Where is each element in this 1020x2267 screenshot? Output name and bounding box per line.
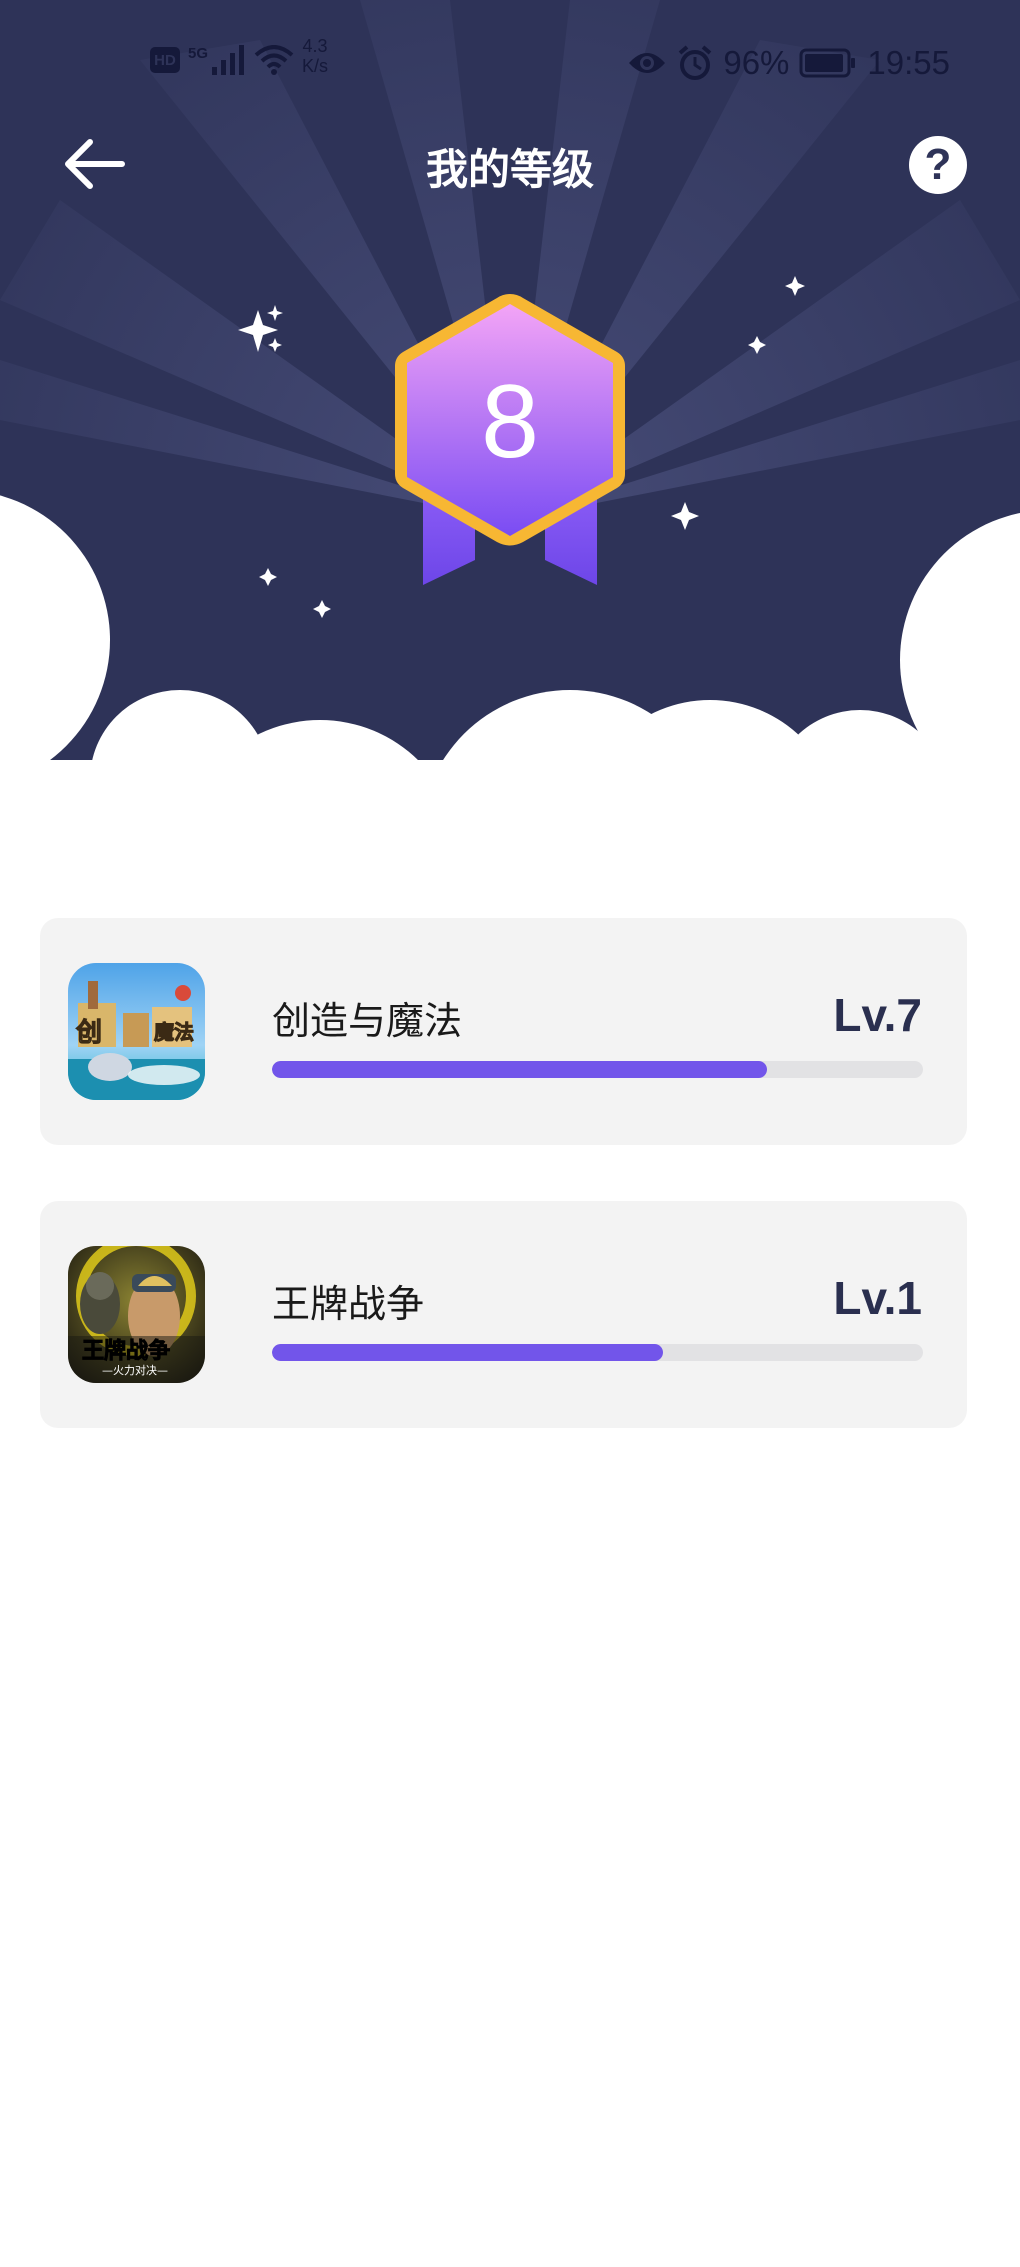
eye-icon <box>629 53 666 73</box>
header: HD 5G 4.3 K/s 96% 19:55 我的等级 ? 8 <box>0 0 1020 800</box>
level-progress-fill <box>272 1344 663 1361</box>
network-speed: 4.3 K/s <box>302 36 328 76</box>
game-level: Lv.1 <box>833 1272 922 1324</box>
speed-unit: K/s <box>302 56 329 76</box>
svg-text:王牌战争: 王牌战争 <box>82 1338 170 1364</box>
signal-icon <box>212 45 245 75</box>
speed-value: 4.3 <box>302 36 328 56</box>
wifi-icon <box>254 45 294 75</box>
hd-indicator: HD <box>150 47 180 73</box>
svg-text:—火力对决—: —火力对决— <box>102 1363 168 1377</box>
page-title: 我的等级 <box>425 145 594 194</box>
level-progress-bar <box>272 1344 923 1361</box>
game-name: 王牌战争 <box>272 1282 425 1326</box>
creation-magic-game-icon: 创 魔法 <box>68 963 205 1100</box>
game-level: Lv.7 <box>833 989 922 1041</box>
game-card[interactable]: 创 魔法 创造与魔法 Lv.7 <box>40 918 967 1145</box>
clock-time: 19:55 <box>867 44 950 81</box>
status-bar: HD 5G 4.3 K/s 96% 19:55 <box>0 36 1020 90</box>
help-button[interactable]: ? <box>909 136 967 194</box>
network-type: 5G <box>188 44 209 62</box>
nav-bar: 我的等级 ? <box>0 130 1020 200</box>
question-mark-icon: ? <box>924 140 952 189</box>
battery-percent: 96% <box>723 44 790 81</box>
game-name: 创造与魔法 <box>272 999 463 1043</box>
level-badge: 8 <box>385 290 635 590</box>
level-progress-bar <box>272 1061 923 1078</box>
svg-text:创: 创 <box>75 1017 102 1047</box>
battery-icon <box>799 48 856 78</box>
ace-war-game-icon: 王牌战争 —火力对决— <box>68 1246 205 1383</box>
svg-text:魔法: 魔法 <box>154 1020 194 1044</box>
alarm-icon <box>679 45 712 80</box>
user-level-number: 8 <box>481 364 539 480</box>
game-card[interactable]: 王牌战争 —火力对决— 王牌战争 Lv.1 <box>40 1201 967 1428</box>
level-progress-fill <box>272 1061 767 1078</box>
